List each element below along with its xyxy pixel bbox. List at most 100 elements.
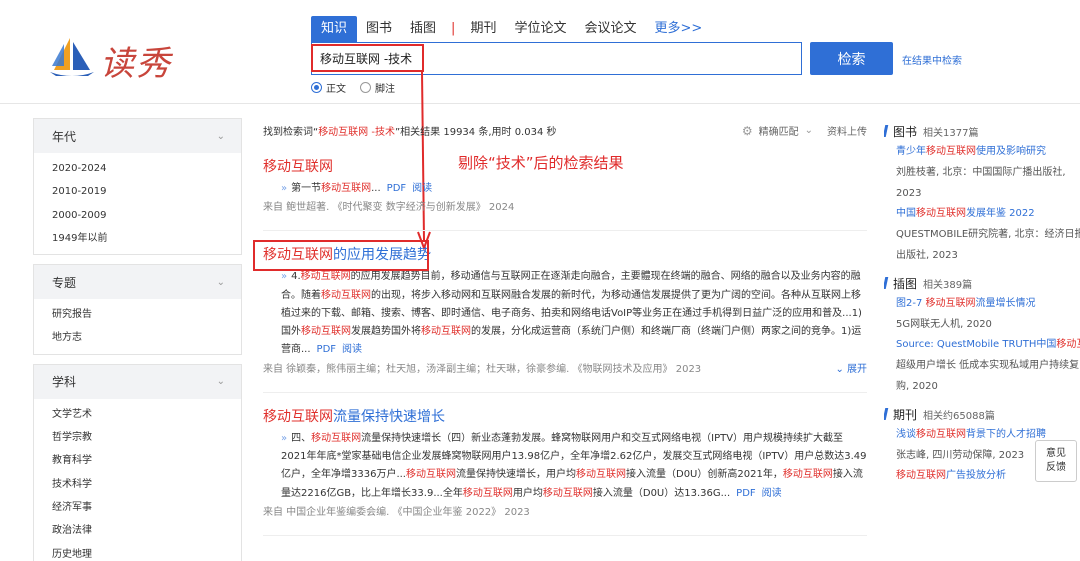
site-logo[interactable]: 读秀 — [48, 36, 178, 84]
feedback-button[interactable]: 意见 反馈 — [1035, 440, 1077, 482]
results-main: 找到检索词“移动互联网 -技术”相关结果 19934 条,用时 0.034 秒 … — [253, 118, 867, 536]
section-count: 相关389篇 — [923, 279, 973, 291]
facet-topic: 专题 ⌄ 研究报告 地方志 — [33, 264, 242, 355]
pdf-link[interactable]: PDF — [317, 344, 336, 355]
result-title-link[interactable]: 移动互联网 — [263, 157, 867, 177]
upload-link[interactable]: 资料上传 — [827, 123, 867, 138]
precise-match-toggle[interactable]: 精确匹配 — [759, 123, 799, 138]
facet-item[interactable]: 历史地理 — [34, 543, 241, 561]
facet-title: 学科 — [52, 375, 77, 390]
facet-year: 年代 ⌄ 2020-2024 2010-2019 2000-2009 1949年… — [33, 118, 242, 256]
expand-button[interactable]: ⌄ 展开 — [835, 362, 867, 378]
double-chevron-icon: » — [281, 271, 288, 283]
snippet-text: ... — [371, 183, 381, 194]
result-title-highlight: 移动互联网 — [263, 159, 333, 175]
related-text: 广告投放分析 — [946, 470, 1006, 481]
snippet-highlight: 移动互联网 — [462, 487, 513, 499]
pdf-link[interactable]: PDF — [736, 488, 755, 499]
search-input[interactable] — [312, 43, 801, 74]
expand-label: 展开 — [847, 363, 867, 375]
read-link[interactable]: 阅读 — [412, 183, 432, 194]
result-snippet: » 第一节移动互联网... PDF 阅读 — [263, 180, 867, 198]
snippet-highlight: 移动互联网 — [406, 469, 456, 481]
related-item-meta: 刘胜枝著, 北京：中国国际广播出版社, 2023 — [896, 167, 1066, 199]
facet-header[interactable]: 年代 ⌄ — [34, 119, 241, 153]
section-title[interactable]: 图书 — [893, 123, 917, 140]
snippet-text: 流量保持快速增长，用户均 — [456, 469, 576, 481]
result-title-link[interactable]: 移动互联网的应用发展趋势 — [253, 240, 867, 272]
sailboat-logo-icon — [50, 38, 94, 76]
section-bar-icon — [884, 125, 889, 137]
facet-item[interactable]: 经济军事 — [34, 496, 241, 519]
tab-more[interactable]: 更多>> — [645, 16, 711, 42]
double-chevron-icon: » — [281, 183, 288, 194]
facet-item[interactable]: 2000-2009 — [34, 204, 241, 227]
section-title[interactable]: 期刊 — [893, 406, 917, 423]
radio-unselected-icon — [360, 82, 371, 93]
facet-item[interactable]: 技术科学 — [34, 473, 241, 496]
source-text: 来自 徐颖秦，熊伟丽主编；杜天旭，汤泽副主编；杜天琳，徐豪参编. 《物联网技术及… — [263, 363, 702, 375]
tab-books[interactable]: 图书 — [357, 16, 401, 42]
related-text: 浅谈 — [896, 429, 916, 440]
results-list: 移动互联网» 第一节移动互联网... PDF 阅读 来自 鲍世超著. 《时代聚变 数字经… — [253, 157, 867, 536]
result-title-link[interactable]: 移动互联网流量保持快速增长 — [263, 407, 867, 427]
result-title-text: 流量保持快速增长 — [333, 408, 445, 425]
chevron-down-icon: ⌄ — [216, 276, 225, 288]
facet-subject: 学科 ⌄ 文学艺术 哲学宗教 教育科学 技术科学 经济军事 政治法律 历史地理 — [33, 363, 242, 561]
tab-illustrations[interactable]: 插图 — [401, 16, 445, 42]
related-text: 青少年 — [896, 146, 926, 157]
related-text: 背景下的人才招聘 — [966, 429, 1046, 440]
related-item-link[interactable]: 图2-7 移动互联网流量增长情况 — [896, 294, 1080, 314]
facet-header[interactable]: 学科 ⌄ — [34, 364, 241, 399]
section-title[interactable]: 插图 — [893, 275, 917, 292]
search-button[interactable]: 检索 — [810, 42, 893, 75]
snippet-text: 发展趋势国外将 — [351, 326, 421, 338]
facet-item[interactable]: 教育科学 — [34, 449, 241, 472]
read-link[interactable]: 阅读 — [762, 488, 782, 499]
radio-label: 正文 — [326, 84, 346, 95]
search-within-results-link[interactable]: 在结果中检索 — [902, 52, 962, 67]
snippet-highlight: 移动互联网 — [782, 469, 833, 481]
related-sidebar: 图书 相关1377篇 青少年移动互联网使用及影响研究刘胜枝著, 北京：中国国际广播出… — [884, 118, 1080, 486]
snippet-text: 4. — [291, 271, 301, 283]
search-box — [311, 42, 802, 75]
facet-item[interactable]: 文学艺术 — [34, 403, 241, 426]
radio-footnote[interactable]: 脚注 — [360, 80, 395, 95]
snippet-highlight: 移动互联网 — [321, 183, 372, 194]
pdf-link[interactable]: PDF — [387, 183, 406, 194]
tab-separator: | — [451, 21, 456, 36]
related-item-link[interactable]: 青少年移动互联网使用及影响研究 — [896, 142, 1080, 162]
facet-item[interactable]: 哲学宗教 — [34, 426, 241, 449]
radio-selected-icon — [311, 82, 322, 93]
related-item-meta: 超级用户增长 低成本实现私域用户持续复购, 2020 — [896, 360, 1080, 392]
related-highlight: 移动互联网 — [896, 470, 946, 481]
facet-item[interactable]: 2010-2019 — [34, 180, 241, 203]
chevron-down-icon: ⌄ — [216, 376, 225, 388]
related-section-header: 图书 相关1377篇 — [884, 120, 1080, 142]
tab-theses[interactable]: 学位论文 — [505, 16, 575, 42]
related-highlight: 移动互联网 — [916, 208, 966, 219]
radio-body-text[interactable]: 正文 — [311, 80, 346, 95]
related-text: 发展年鉴 2022 — [966, 208, 1035, 219]
result-item: 移动互联网流量保持快速增长» 四、移动互联网流量保持快速增长（四）新业态蓬勃发展。… — [263, 407, 867, 536]
facet-item[interactable]: 政治法律 — [34, 519, 241, 542]
related-highlight: 移动互联网 — [926, 146, 976, 157]
facet-item[interactable]: 2020-2024 — [34, 157, 241, 180]
logo-text: 读秀 — [100, 44, 172, 84]
read-link[interactable]: 阅读 — [342, 344, 362, 355]
section-bar-icon — [884, 277, 889, 289]
tab-conference-papers[interactable]: 会议论文 — [575, 16, 645, 42]
facet-item[interactable]: 地方志 — [34, 326, 241, 349]
result-item: 移动互联网» 第一节移动互联网... PDF 阅读 来自 鲍世超著. 《时代聚变 数字经… — [263, 157, 867, 232]
facet-header[interactable]: 专题 ⌄ — [34, 265, 241, 300]
facet-item[interactable]: 1949年以前 — [34, 227, 241, 250]
related-item-link[interactable]: 中国移动互联网发展年鉴 2022 — [896, 204, 1080, 224]
chevron-down-icon: ⌄ — [216, 130, 225, 142]
result-title-highlight: 移动互联网 — [263, 408, 333, 425]
facet-item[interactable]: 研究报告 — [34, 303, 241, 326]
related-item-meta: QUESTMOBILE研究院著, 北京：经济日报出版社, 2023 — [896, 229, 1080, 261]
tab-journals[interactable]: 期刊 — [461, 16, 505, 42]
related-item-link[interactable]: Source: QuestMobile TRUTH中国移动互联网数据库2019年… — [896, 335, 1080, 355]
tab-knowledge[interactable]: 知识 — [311, 16, 358, 42]
result-snippet: » 四、移动互联网流量保持快速增长（四）新业态蓬勃发展。蜂窝物联网用户和交互式网络… — [263, 430, 867, 503]
